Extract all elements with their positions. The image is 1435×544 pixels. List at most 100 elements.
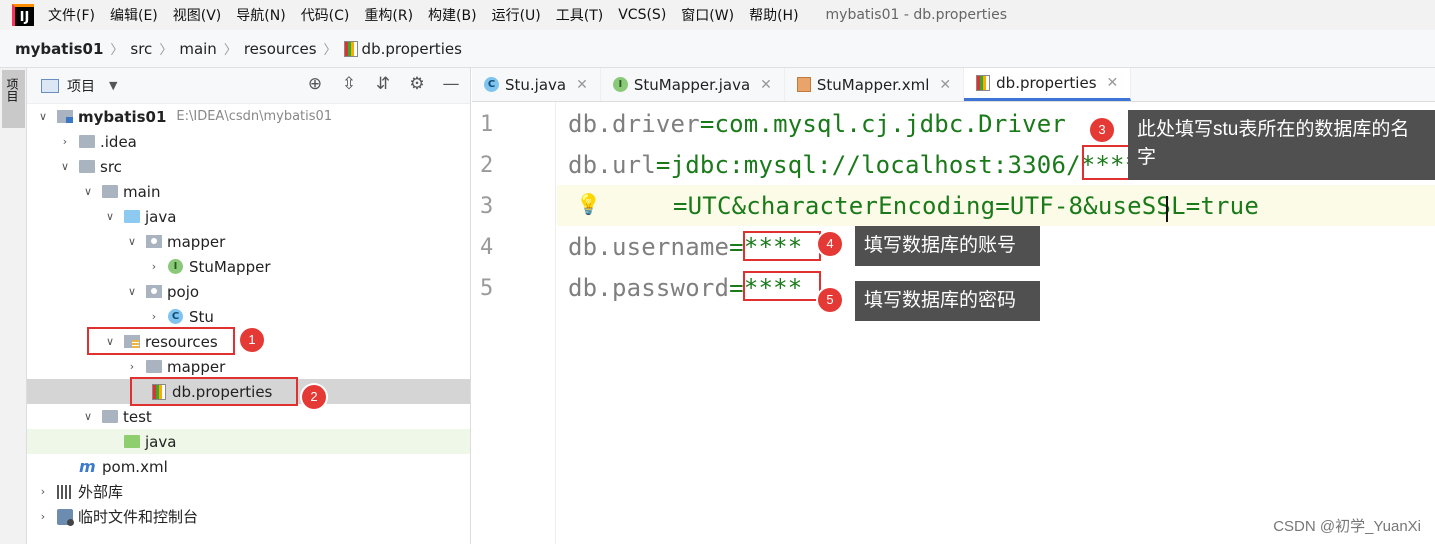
breadcrumb-separator-icon: 〉 xyxy=(159,43,173,58)
module-folder-icon xyxy=(57,110,73,123)
tab-stumapper-xml[interactable]: StuMapper.xml ✕ xyxy=(785,68,965,101)
menu-file[interactable]: 文件(F) xyxy=(48,5,95,25)
annotation-badge-5: 5 xyxy=(818,288,842,312)
tab-stu-java[interactable]: C Stu.java ✕ xyxy=(472,68,601,101)
intellij-logo-icon[interactable]: IJ xyxy=(12,4,34,26)
tab-stumapper-java[interactable]: I StuMapper.java ✕ xyxy=(601,68,785,101)
breadcrumb-src[interactable]: src xyxy=(130,40,152,58)
tree-label-test: test xyxy=(123,407,152,426)
property-key: db.driver xyxy=(568,110,700,138)
tree-item-root[interactable]: ∨ mybatis01 E:\IDEA\csdn\mybatis01 xyxy=(27,104,470,129)
tree-item-idea[interactable]: › .idea xyxy=(27,129,470,154)
annotation-tip-4: 填写数据库的账号 xyxy=(855,226,1040,266)
chevron-right-icon[interactable]: › xyxy=(57,135,73,148)
close-icon[interactable]: ✕ xyxy=(576,77,588,93)
scratch-icon xyxy=(57,508,74,526)
breadcrumb-resources[interactable]: resources xyxy=(244,40,317,58)
tree-item-stumapper[interactable]: › I StuMapper xyxy=(27,254,470,279)
close-icon[interactable]: ✕ xyxy=(1107,75,1119,91)
tab-label: StuMapper.xml xyxy=(816,75,930,94)
project-panel: 项目 ▼ ⊕ ⇳ ⇵ ⚙ — ∨ mybatis01 E:\IDEA\csdn\… xyxy=(27,68,471,544)
folder-icon xyxy=(146,360,162,373)
annotation-tip-3: 此处填写stu表所在的数据库的名字 xyxy=(1128,110,1435,180)
hide-icon[interactable]: — xyxy=(440,74,462,94)
chevron-down-icon[interactable]: ∨ xyxy=(57,160,73,173)
tree-item-res-mapper[interactable]: › mapper xyxy=(27,354,470,379)
line-number: 3 xyxy=(480,194,494,219)
locate-icon[interactable]: ⊕ xyxy=(304,74,326,94)
breadcrumb-main[interactable]: main xyxy=(179,40,216,58)
menu-refactor[interactable]: 重构(R) xyxy=(364,5,413,25)
interface-icon: I xyxy=(612,77,628,92)
collapse-all-icon[interactable]: ⇵ xyxy=(372,74,394,94)
tree-root-path: E:\IDEA\csdn\mybatis01 xyxy=(176,109,333,124)
interface-icon: I xyxy=(168,259,183,274)
chevron-right-icon[interactable]: › xyxy=(35,510,51,523)
chevron-right-icon[interactable]: › xyxy=(146,310,162,323)
chevron-down-icon[interactable]: ▼ xyxy=(109,79,117,92)
close-icon[interactable]: ✕ xyxy=(760,77,772,93)
menu-view[interactable]: 视图(V) xyxy=(173,5,222,25)
chevron-down-icon[interactable]: ∨ xyxy=(80,185,96,198)
chevron-right-icon[interactable]: › xyxy=(35,485,51,498)
breadcrumb-project[interactable]: mybatis01 xyxy=(15,40,103,58)
chevron-right-icon[interactable]: › xyxy=(124,360,140,373)
property-value: com.mysql.cj.jdbc.Driver xyxy=(714,110,1067,138)
source-folder-icon xyxy=(124,210,140,223)
chevron-down-icon[interactable]: ∨ xyxy=(124,235,140,248)
chevron-down-icon[interactable]: ∨ xyxy=(35,110,51,123)
line-number: 1 xyxy=(480,112,494,137)
menu-bar: IJ 文件(F) 编辑(E) 视图(V) 导航(N) 代码(C) 重构(R) 构… xyxy=(0,0,1435,30)
tree-label-main: main xyxy=(123,182,161,201)
tree-item-pom[interactable]: m pom.xml xyxy=(27,454,470,479)
project-panel-header: 项目 ▼ ⊕ ⇳ ⇵ ⚙ — xyxy=(27,68,470,104)
breadcrumb-file[interactable]: db.properties xyxy=(362,40,462,58)
annotation-badge-4: 4 xyxy=(818,232,842,256)
tree-item-stu[interactable]: › C Stu xyxy=(27,304,470,329)
library-icon xyxy=(57,484,73,499)
tree-item-src[interactable]: ∨ src xyxy=(27,154,470,179)
project-tool-button[interactable]: 项目 xyxy=(2,70,25,128)
menu-build[interactable]: 构建(B) xyxy=(428,5,477,25)
chevron-down-icon[interactable]: ∨ xyxy=(124,285,140,298)
tab-db-properties[interactable]: db.properties ✕ xyxy=(964,68,1132,101)
package-icon xyxy=(146,285,162,298)
lightbulb-icon[interactable]: 💡 xyxy=(576,192,601,216)
tree-item-main[interactable]: ∨ main xyxy=(27,179,470,204)
menu-help[interactable]: 帮助(H) xyxy=(749,5,798,25)
equals-sign: = xyxy=(729,233,744,261)
close-icon[interactable]: ✕ xyxy=(939,77,951,93)
tree-item-mapper[interactable]: ∨ mapper xyxy=(27,229,470,254)
tab-label: Stu.java xyxy=(505,75,567,94)
menu-edit[interactable]: 编辑(E) xyxy=(110,5,158,25)
properties-file-icon xyxy=(976,75,991,91)
tree-item-test-java[interactable]: java xyxy=(27,429,470,454)
tree-item-pojo[interactable]: ∨ pojo xyxy=(27,279,470,304)
property-key: db.url xyxy=(568,151,656,179)
tree-item-java[interactable]: ∨ java xyxy=(27,204,470,229)
tree-label-mapper: mapper xyxy=(167,232,226,251)
menu-tools[interactable]: 工具(T) xyxy=(556,5,603,25)
expand-all-icon[interactable]: ⇳ xyxy=(338,74,360,94)
line-number: 2 xyxy=(480,153,494,178)
highlight-box-password xyxy=(743,271,821,301)
tree-item-scratches[interactable]: › 临时文件和控制台 xyxy=(27,504,470,529)
equals-sign: = xyxy=(699,110,715,138)
chevron-right-icon[interactable]: › xyxy=(146,260,162,273)
menu-window[interactable]: 窗口(W) xyxy=(681,5,734,25)
chevron-down-icon[interactable]: ∨ xyxy=(102,210,118,223)
tree-item-external-libs[interactable]: › 外部库 xyxy=(27,479,470,504)
tree-label-scratches: 临时文件和控制台 xyxy=(78,508,199,526)
menu-vcs[interactable]: VCS(S) xyxy=(618,7,666,23)
menu-run[interactable]: 运行(U) xyxy=(492,5,541,25)
chevron-down-icon[interactable]: ∨ xyxy=(80,410,96,423)
menu-code[interactable]: 代码(C) xyxy=(301,5,350,25)
tree-label-pojo: pojo xyxy=(167,282,200,301)
gear-icon[interactable]: ⚙ xyxy=(406,74,428,94)
property-key: db.password xyxy=(568,274,730,302)
tree-item-test[interactable]: ∨ test xyxy=(27,404,470,429)
project-panel-title[interactable]: 项目 xyxy=(67,76,95,96)
menu-navigate[interactable]: 导航(N) xyxy=(236,5,285,25)
editor-tab-bar: C Stu.java ✕ I StuMapper.java ✕ StuMappe… xyxy=(472,68,1435,102)
annotation-tip-5: 填写数据库的密码 xyxy=(855,281,1040,321)
